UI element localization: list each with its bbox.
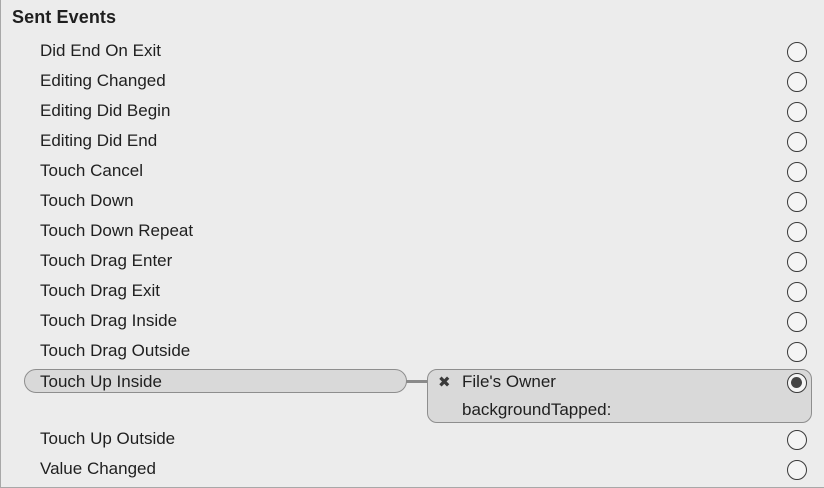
event-label: Did End On Exit [40,41,161,60]
event-label: Touch Down Repeat [40,221,194,240]
event-label: Touch Drag Exit [40,281,160,300]
connection-circle-icon[interactable] [787,162,807,182]
connection-target-label: File's Owner [462,372,556,391]
event-label: Editing Did Begin [40,101,171,120]
connections-inspector-panel: Sent Events Did End On Exit Editing Chan… [0,0,824,488]
connection-target-box: ✖ File's Owner backgroundTapped: [427,369,812,423]
event-row-editing-changed: Editing Changed [0,67,824,97]
connection-circle-icon[interactable] [787,42,807,62]
event-label: Editing Changed [40,71,166,90]
connection-circle-icon[interactable] [787,222,807,242]
connection-circle-icon[interactable] [787,460,807,480]
event-row-touch-drag-inside: Touch Drag Inside [0,307,824,337]
connection-circle-icon[interactable] [787,430,807,450]
event-row-touch-drag-outside: Touch Drag Outside [0,337,824,367]
connection-line [406,380,428,383]
event-row-touch-up-outside: Touch Up Outside [0,425,824,455]
event-label: Value Changed [40,459,156,478]
remove-connection-icon[interactable]: ✖ [438,373,451,391]
event-label: Touch Down [40,191,134,210]
event-row-touch-drag-exit: Touch Drag Exit [0,277,824,307]
connection-circle-icon[interactable] [787,132,807,152]
event-label: Editing Did End [40,131,158,150]
connection-circle-icon[interactable] [787,252,807,272]
connected-circle-icon[interactable] [787,373,807,393]
event-row-touch-down: Touch Down [0,187,824,217]
event-label: Touch Drag Outside [40,341,191,360]
connection-circle-icon[interactable] [787,72,807,92]
connection-circle-icon[interactable] [787,102,807,122]
event-row-editing-did-end: Editing Did End [0,127,824,157]
connection-action-label: backgroundTapped: [462,400,612,419]
event-label: Touch Up Outside [40,429,176,448]
connection-circle-icon[interactable] [787,312,807,332]
section-title: Sent Events [12,7,117,27]
event-row-touch-down-repeat: Touch Down Repeat [0,217,824,247]
event-row-value-changed: Value Changed [0,455,824,485]
event-label: Touch Drag Inside [40,311,178,330]
event-row-touch-up-inside: Touch Up Inside ✖ File's Owner backgroun… [0,368,824,426]
event-row-touch-drag-enter: Touch Drag Enter [0,247,824,277]
event-label: Touch Up Inside [40,372,162,391]
event-row-editing-did-begin: Editing Did Begin [0,97,824,127]
connection-circle-icon[interactable] [787,342,807,362]
event-row-did-end-on-exit: Did End On Exit [0,37,824,67]
event-row-touch-cancel: Touch Cancel [0,157,824,187]
connection-circle-icon[interactable] [787,282,807,302]
event-label: Touch Cancel [40,161,144,180]
connection-circle-icon[interactable] [787,192,807,212]
event-label: Touch Drag Enter [40,251,173,270]
connected-event-pill[interactable]: Touch Up Inside [24,369,407,393]
